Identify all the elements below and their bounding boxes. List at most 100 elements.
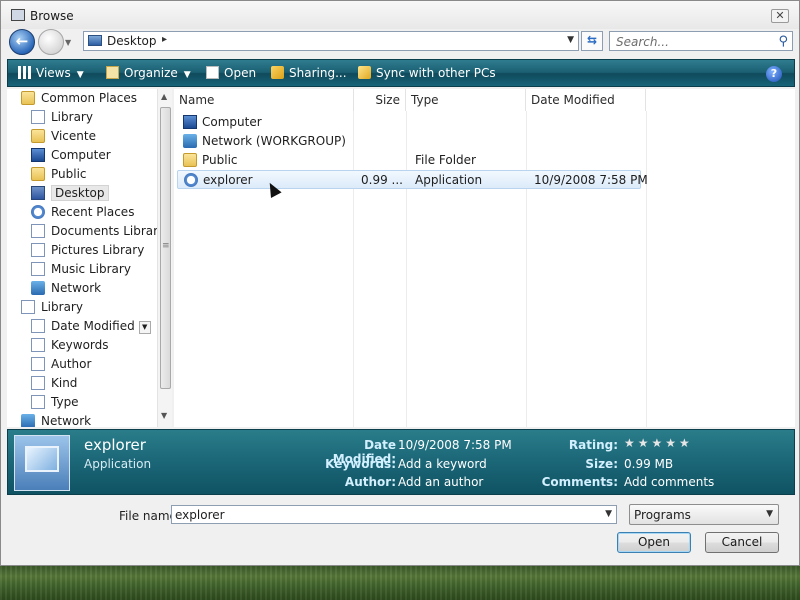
views-label: Views: [36, 66, 71, 80]
comments-value[interactable]: Add comments: [624, 475, 714, 489]
organize-button[interactable]: Organize ▼: [106, 66, 191, 80]
chevron-down-icon: ▼: [183, 70, 191, 80]
nav-item-type[interactable]: Type: [31, 393, 79, 411]
nav-item-keywords[interactable]: Keywords: [31, 336, 109, 354]
folder-icon: [31, 129, 45, 143]
scroll-down-icon[interactable]: ▼: [161, 411, 167, 420]
close-button[interactable]: ✕: [771, 9, 789, 23]
organize-label: Organize: [124, 66, 178, 80]
sync-button[interactable]: Sync with other PCs: [358, 66, 496, 80]
nav-item-music-library[interactable]: Music Library: [31, 260, 131, 278]
nav-item-library[interactable]: Library: [31, 108, 93, 126]
nav-item-library-group[interactable]: Library: [21, 298, 83, 316]
file-row-public[interactable]: Public File Folder: [177, 151, 641, 170]
details-file-type: Application: [84, 457, 152, 471]
window-icon: [11, 9, 25, 21]
column-header-type[interactable]: Type: [406, 89, 526, 111]
file-name: Computer: [202, 115, 262, 129]
network-icon: [183, 134, 197, 148]
size-value: 0.99 MB: [624, 457, 674, 471]
nav-item-computer[interactable]: Computer: [31, 146, 111, 164]
computer-icon: [183, 115, 197, 129]
computer-icon: [31, 148, 45, 162]
file-type: File Folder: [415, 153, 476, 167]
help-icon[interactable]: ?: [766, 66, 782, 82]
size-key: Size:: [585, 457, 618, 471]
application-icon: [184, 173, 198, 187]
file-row-explorer[interactable]: explorer 0.99 ... Application 10/9/2008 …: [177, 170, 648, 189]
nav-item-public[interactable]: Public: [31, 165, 87, 183]
rating-stars[interactable]: ★★★★★: [624, 436, 693, 450]
file-list: Name Size Type Date Modified Computer Ne…: [174, 89, 795, 427]
library-icon: [31, 357, 45, 371]
recent-pages-dropdown-icon[interactable]: ▼: [65, 38, 71, 47]
scroll-up-icon[interactable]: ▲: [161, 92, 167, 101]
file-type-value: Programs: [634, 508, 691, 522]
nav-item-pictures-library[interactable]: Pictures Library: [31, 241, 144, 259]
nav-item-author[interactable]: Author: [31, 355, 91, 373]
open-label: Open: [224, 66, 257, 80]
folder-icon: [183, 153, 197, 167]
keywords-key: Keywords:: [325, 457, 396, 471]
library-icon: [31, 243, 45, 257]
nav-item-desktop[interactable]: Desktop: [31, 184, 109, 202]
address-dropdown-icon[interactable]: ▼: [567, 35, 574, 45]
file-date-modified: 10/9/2008 7:58 PM: [534, 173, 648, 187]
address-bar[interactable]: Desktop ▸ ▼: [83, 31, 579, 51]
search-icon[interactable]: ⚲: [778, 34, 788, 49]
file-name-field[interactable]: explorer ▼: [171, 505, 617, 524]
search-input[interactable]: Search... ⚲: [609, 31, 793, 51]
file-row-network[interactable]: Network (WORKGROUP): [177, 132, 641, 151]
refresh-icon: ⇆: [586, 33, 598, 47]
chevron-down-icon[interactable]: ▼: [138, 321, 151, 334]
chevron-down-icon: ▼: [766, 509, 773, 519]
views-button[interactable]: Views ▼: [18, 66, 84, 80]
desktop-icon: [31, 186, 45, 200]
file-type-select[interactable]: Programs ▼: [629, 504, 779, 525]
open-toolbar-button[interactable]: Open: [206, 66, 256, 80]
nav-item-kind[interactable]: Kind: [31, 374, 77, 392]
nav-item-documents-library[interactable]: Documents Library: [31, 222, 165, 240]
file-name-value[interactable]: explorer: [175, 508, 225, 522]
nav-item-recent-places[interactable]: Recent Places: [31, 203, 134, 221]
date-modified-value: 10/9/2008 7:58 PM: [398, 438, 512, 452]
arrow-left-icon: ←: [15, 32, 29, 50]
column-header-size[interactable]: Size: [354, 89, 406, 111]
nav-item-network-group[interactable]: Network: [21, 412, 91, 427]
library-icon: [31, 319, 45, 333]
nav-item-common-places[interactable]: Common Places: [21, 89, 137, 107]
file-size: 0.99 ...: [361, 173, 403, 187]
sharing-button[interactable]: Sharing...: [271, 66, 347, 80]
nav-item-vicente[interactable]: Vicente: [31, 127, 96, 145]
library-icon: [31, 224, 45, 238]
navigation-pane: Common Places Library Vicente Computer P…: [7, 89, 172, 427]
rating-key: Rating:: [568, 438, 618, 452]
chevron-down-icon: ▼: [76, 70, 84, 80]
search-placeholder: Search...: [616, 35, 669, 49]
open-button[interactable]: Open: [617, 532, 691, 553]
browse-dialog: Browse ✕ ← ▼ Desktop ▸ ▼ ⇆ Search... ⚲ V…: [0, 0, 800, 566]
nav-item-date-modified[interactable]: Date Modified ▼: [31, 317, 151, 335]
nav-item-network[interactable]: Network: [31, 279, 101, 297]
column-header-name[interactable]: Name: [174, 89, 354, 111]
column-header-date-modified[interactable]: Date Modified: [526, 89, 646, 111]
author-value[interactable]: Add an author: [398, 475, 483, 489]
window-title: Browse: [30, 9, 74, 23]
folder-icon: [21, 91, 35, 105]
file-row-computer[interactable]: Computer: [177, 113, 641, 132]
back-button[interactable]: ←: [9, 29, 35, 55]
keywords-value[interactable]: Add a keyword: [398, 457, 487, 471]
chevron-down-icon[interactable]: ▼: [605, 509, 612, 519]
refresh-button[interactable]: ⇆: [581, 31, 603, 51]
library-icon: [21, 300, 35, 314]
network-icon: [21, 414, 35, 427]
nav-scrollbar[interactable]: ▲ ≡ ▼: [157, 89, 172, 427]
scroll-grip-icon: ≡: [162, 241, 170, 251]
breadcrumb-chevron-icon[interactable]: ▸: [162, 34, 167, 45]
library-icon: [31, 262, 45, 276]
views-icon: [18, 66, 31, 79]
cancel-button[interactable]: Cancel: [705, 532, 779, 553]
address-location[interactable]: Desktop: [107, 34, 157, 48]
forward-button[interactable]: [38, 29, 64, 55]
details-pane: explorer Application Date Modified: 10/9…: [7, 429, 795, 495]
